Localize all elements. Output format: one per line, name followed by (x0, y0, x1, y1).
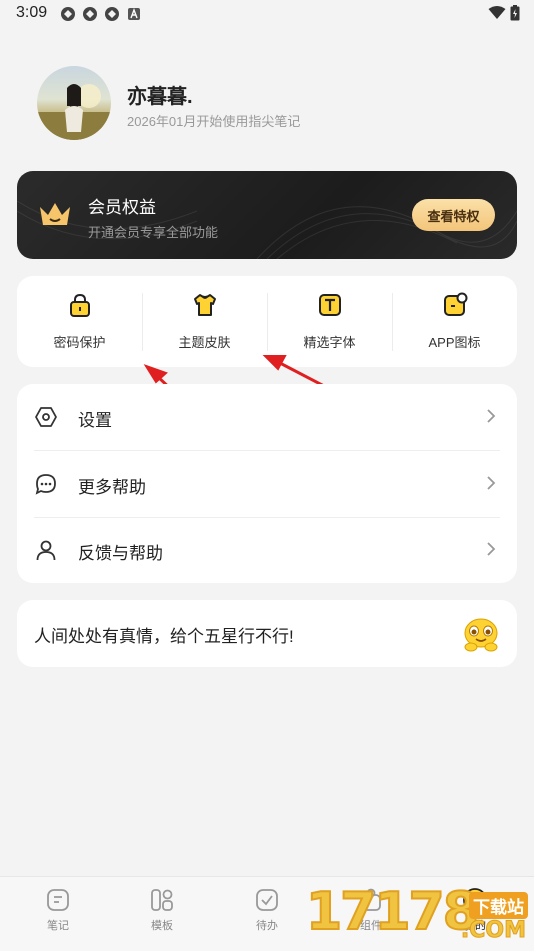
person-icon (34, 538, 58, 562)
menu-item-label: 设置 (78, 411, 112, 430)
smiley-face-icon (462, 615, 500, 653)
menu-card: 设置 更多帮助 反馈与帮助 (17, 384, 517, 583)
note-icon (45, 887, 71, 913)
watermark-top: 下载站 (469, 892, 528, 919)
nav-label: 待办 (256, 920, 278, 932)
watermark-number: 17178 (305, 881, 480, 943)
template-icon (149, 887, 175, 913)
watermark-logo: 17178 下载站 .COM (305, 878, 534, 950)
chevron-right-icon (485, 407, 497, 425)
nav-label: 模板 (151, 920, 173, 932)
chat-bubble-icon (34, 472, 58, 496)
menu-item-settings[interactable]: 设置 (17, 384, 517, 450)
chevron-right-icon (485, 474, 497, 492)
rate-us-card[interactable]: 人间处处有真情，给个五星行不行! (17, 600, 517, 667)
menu-item-more-help[interactable]: 更多帮助 (17, 451, 517, 517)
rate-us-text: 人间处处有真情，给个五星行不行! (34, 627, 294, 646)
nav-tab-todo[interactable]: 待办 (214, 877, 320, 951)
todo-check-icon (254, 887, 280, 913)
menu-item-feedback[interactable]: 反馈与帮助 (17, 517, 517, 583)
nav-tab-notes[interactable]: 笔记 (5, 877, 111, 951)
menu-item-label: 更多帮助 (78, 478, 146, 497)
watermark-bottom: .COM (460, 918, 526, 944)
chevron-right-icon (485, 540, 497, 558)
menu-item-label: 反馈与帮助 (78, 544, 163, 563)
nav-tab-templates[interactable]: 模板 (109, 877, 215, 951)
nav-label: 笔记 (47, 920, 69, 932)
settings-hexagon-icon (34, 405, 58, 429)
